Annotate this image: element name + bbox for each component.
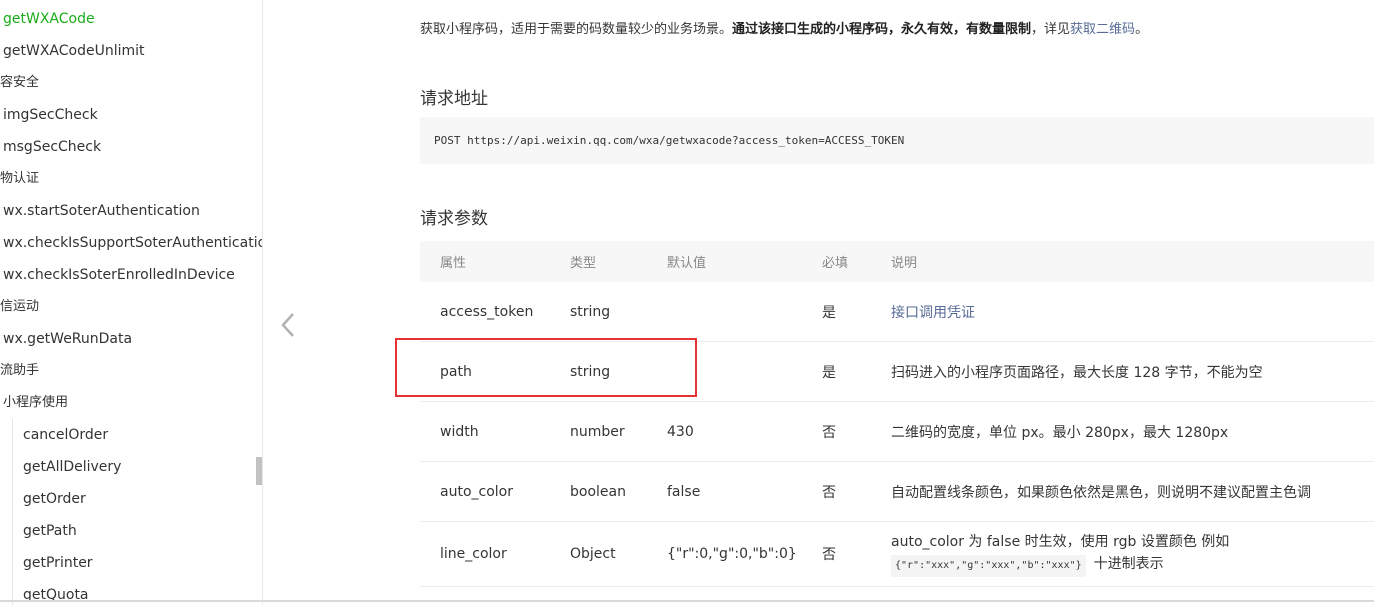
param-type: number bbox=[570, 423, 625, 440]
param-desc-tail: 十进制表示 bbox=[1093, 556, 1164, 572]
intro-text: 获取小程序码，适用于需要的码数量较少的业务场景。 bbox=[420, 22, 733, 37]
header-required: 必填 bbox=[822, 256, 849, 271]
access-token-desc-link[interactable]: 接口调用凭证 bbox=[891, 282, 975, 341]
sidebar-item-startsoterauthentication[interactable]: wx.startSoterAuthentication bbox=[3, 195, 200, 227]
param-desc: 二维码的宽度，单位 px。最小 280px，最大 1280px bbox=[891, 424, 1229, 441]
sidebar-item-getpath[interactable]: getPath bbox=[23, 515, 77, 547]
params-table: 属性 类型 默认值 必填 说明 access_token string 是 接口… bbox=[420, 241, 1374, 587]
sidebar-item-getwerundata[interactable]: wx.getWeRunData bbox=[3, 323, 132, 355]
highlight-annotation-box bbox=[395, 338, 697, 397]
param-desc: auto_color 为 false 时生效，使用 rgb 设置颜色 例如 {"… bbox=[891, 522, 1229, 586]
table-row: auto_color boolean false 否 自动配置线条颜色，如果颜色… bbox=[420, 462, 1374, 522]
param-type: boolean bbox=[570, 483, 626, 500]
param-type: string bbox=[570, 303, 611, 320]
table-row: access_token string 是 接口调用凭证 bbox=[420, 282, 1374, 342]
sidebar-section-biometric[interactable]: 物认证 bbox=[0, 163, 39, 195]
window-bottom-edge bbox=[0, 600, 1374, 602]
request-url-heading: 请求地址 bbox=[420, 89, 488, 109]
param-name: auto_color bbox=[440, 483, 513, 500]
sidebar-nest-line bbox=[12, 419, 13, 605]
table-row: width number 430 否 二维码的宽度，单位 px。最小 280px… bbox=[420, 402, 1374, 462]
sidebar-item-getalldelivery[interactable]: getAllDelivery bbox=[23, 451, 121, 483]
header-type: 类型 bbox=[570, 256, 597, 271]
param-required: 否 bbox=[822, 424, 836, 441]
get-qrcode-link[interactable]: 获取二维码 bbox=[1070, 22, 1135, 37]
sidebar-section-werun[interactable]: 信运动 bbox=[0, 291, 39, 323]
request-params-heading: 请求参数 bbox=[420, 209, 488, 229]
intro-text-3: 。 bbox=[1135, 22, 1149, 37]
param-required: 是 bbox=[822, 304, 836, 321]
sidebar-item-getwxacode[interactable]: getWXACode bbox=[3, 3, 95, 35]
sidebar-subsection-miniprogram[interactable]: 小程序使用 bbox=[3, 387, 68, 419]
sidebar-item-cancelorder[interactable]: cancelOrder bbox=[23, 419, 108, 451]
param-name: width bbox=[440, 423, 479, 440]
sidebar-item-msgseccheck[interactable]: msgSecCheck bbox=[3, 131, 101, 163]
param-default: {"r":0,"g":0,"b":0} bbox=[667, 546, 797, 562]
param-required: 否 bbox=[822, 547, 836, 563]
sidebar-item-checkissupportsoterauthentication[interactable]: wx.checkIsSupportSoterAuthenticatio bbox=[3, 227, 262, 259]
param-desc: 扫码进入的小程序页面路径，最大长度 128 字节，不能为空 bbox=[891, 364, 1263, 381]
param-name: access_token bbox=[440, 303, 534, 320]
sidebar-item-imgseccheck[interactable]: imgSecCheck bbox=[3, 99, 98, 131]
chevron-left-icon[interactable] bbox=[279, 311, 297, 339]
sidebar-section-content-security[interactable]: 容安全 bbox=[0, 67, 39, 99]
header-default: 默认值 bbox=[667, 256, 707, 271]
param-name: line_color bbox=[440, 546, 507, 562]
sidebar-scrollbar-thumb[interactable] bbox=[256, 457, 262, 485]
param-desc: 自动配置线条颜色，如果颜色依然是黑色，则说明不建议配置主色调 bbox=[891, 484, 1311, 501]
table-row: line_color Object {"r":0,"g":0,"b":0} 否 … bbox=[420, 522, 1374, 587]
sidebar-item-getwxacodeunlimit[interactable]: getWXACodeUnlimit bbox=[3, 35, 145, 67]
sidebar-item-getprinter[interactable]: getPrinter bbox=[23, 547, 93, 579]
sidebar-item-checkissoterenrolledindevice[interactable]: wx.checkIsSoterEnrolledInDevice bbox=[3, 259, 235, 291]
param-default: 430 bbox=[667, 423, 694, 440]
intro-text-2: ，详见 bbox=[1031, 22, 1071, 37]
request-url-code: POST https://api.weixin.qq.com/wxa/getwx… bbox=[420, 117, 1374, 164]
sidebar-section-logistics[interactable]: 流助手 bbox=[0, 355, 39, 387]
header-desc: 说明 bbox=[891, 256, 918, 271]
param-desc-line-2: {"r":"xxx","g":"xxx","b":"xxx"} 十进制表示 bbox=[891, 553, 1164, 577]
sidebar-nav: getWXACode getWXACodeUnlimit 容安全 imgSecC… bbox=[0, 0, 263, 605]
sidebar-item-getorder[interactable]: getOrder bbox=[23, 483, 86, 515]
table-header: 属性 类型 默认值 必填 说明 bbox=[420, 241, 1374, 282]
inline-code: {"r":"xxx","g":"xxx","b":"xxx"} bbox=[891, 555, 1086, 577]
param-type: Object bbox=[570, 546, 616, 562]
intro-bold: 通过该接口生成的小程序码，永久有效，有数量限制 bbox=[732, 22, 1032, 37]
header-name: 属性 bbox=[440, 256, 467, 271]
param-required: 否 bbox=[822, 484, 836, 501]
intro-paragraph: 获取小程序码，适用于需要的码数量较少的业务场景。通过该接口生成的小程序码，永久有… bbox=[420, 20, 1148, 40]
param-desc-line: auto_color 为 false 时生效，使用 rgb 设置颜色 例如 bbox=[891, 534, 1230, 550]
param-required: 是 bbox=[822, 364, 836, 381]
param-default: false bbox=[667, 483, 701, 500]
